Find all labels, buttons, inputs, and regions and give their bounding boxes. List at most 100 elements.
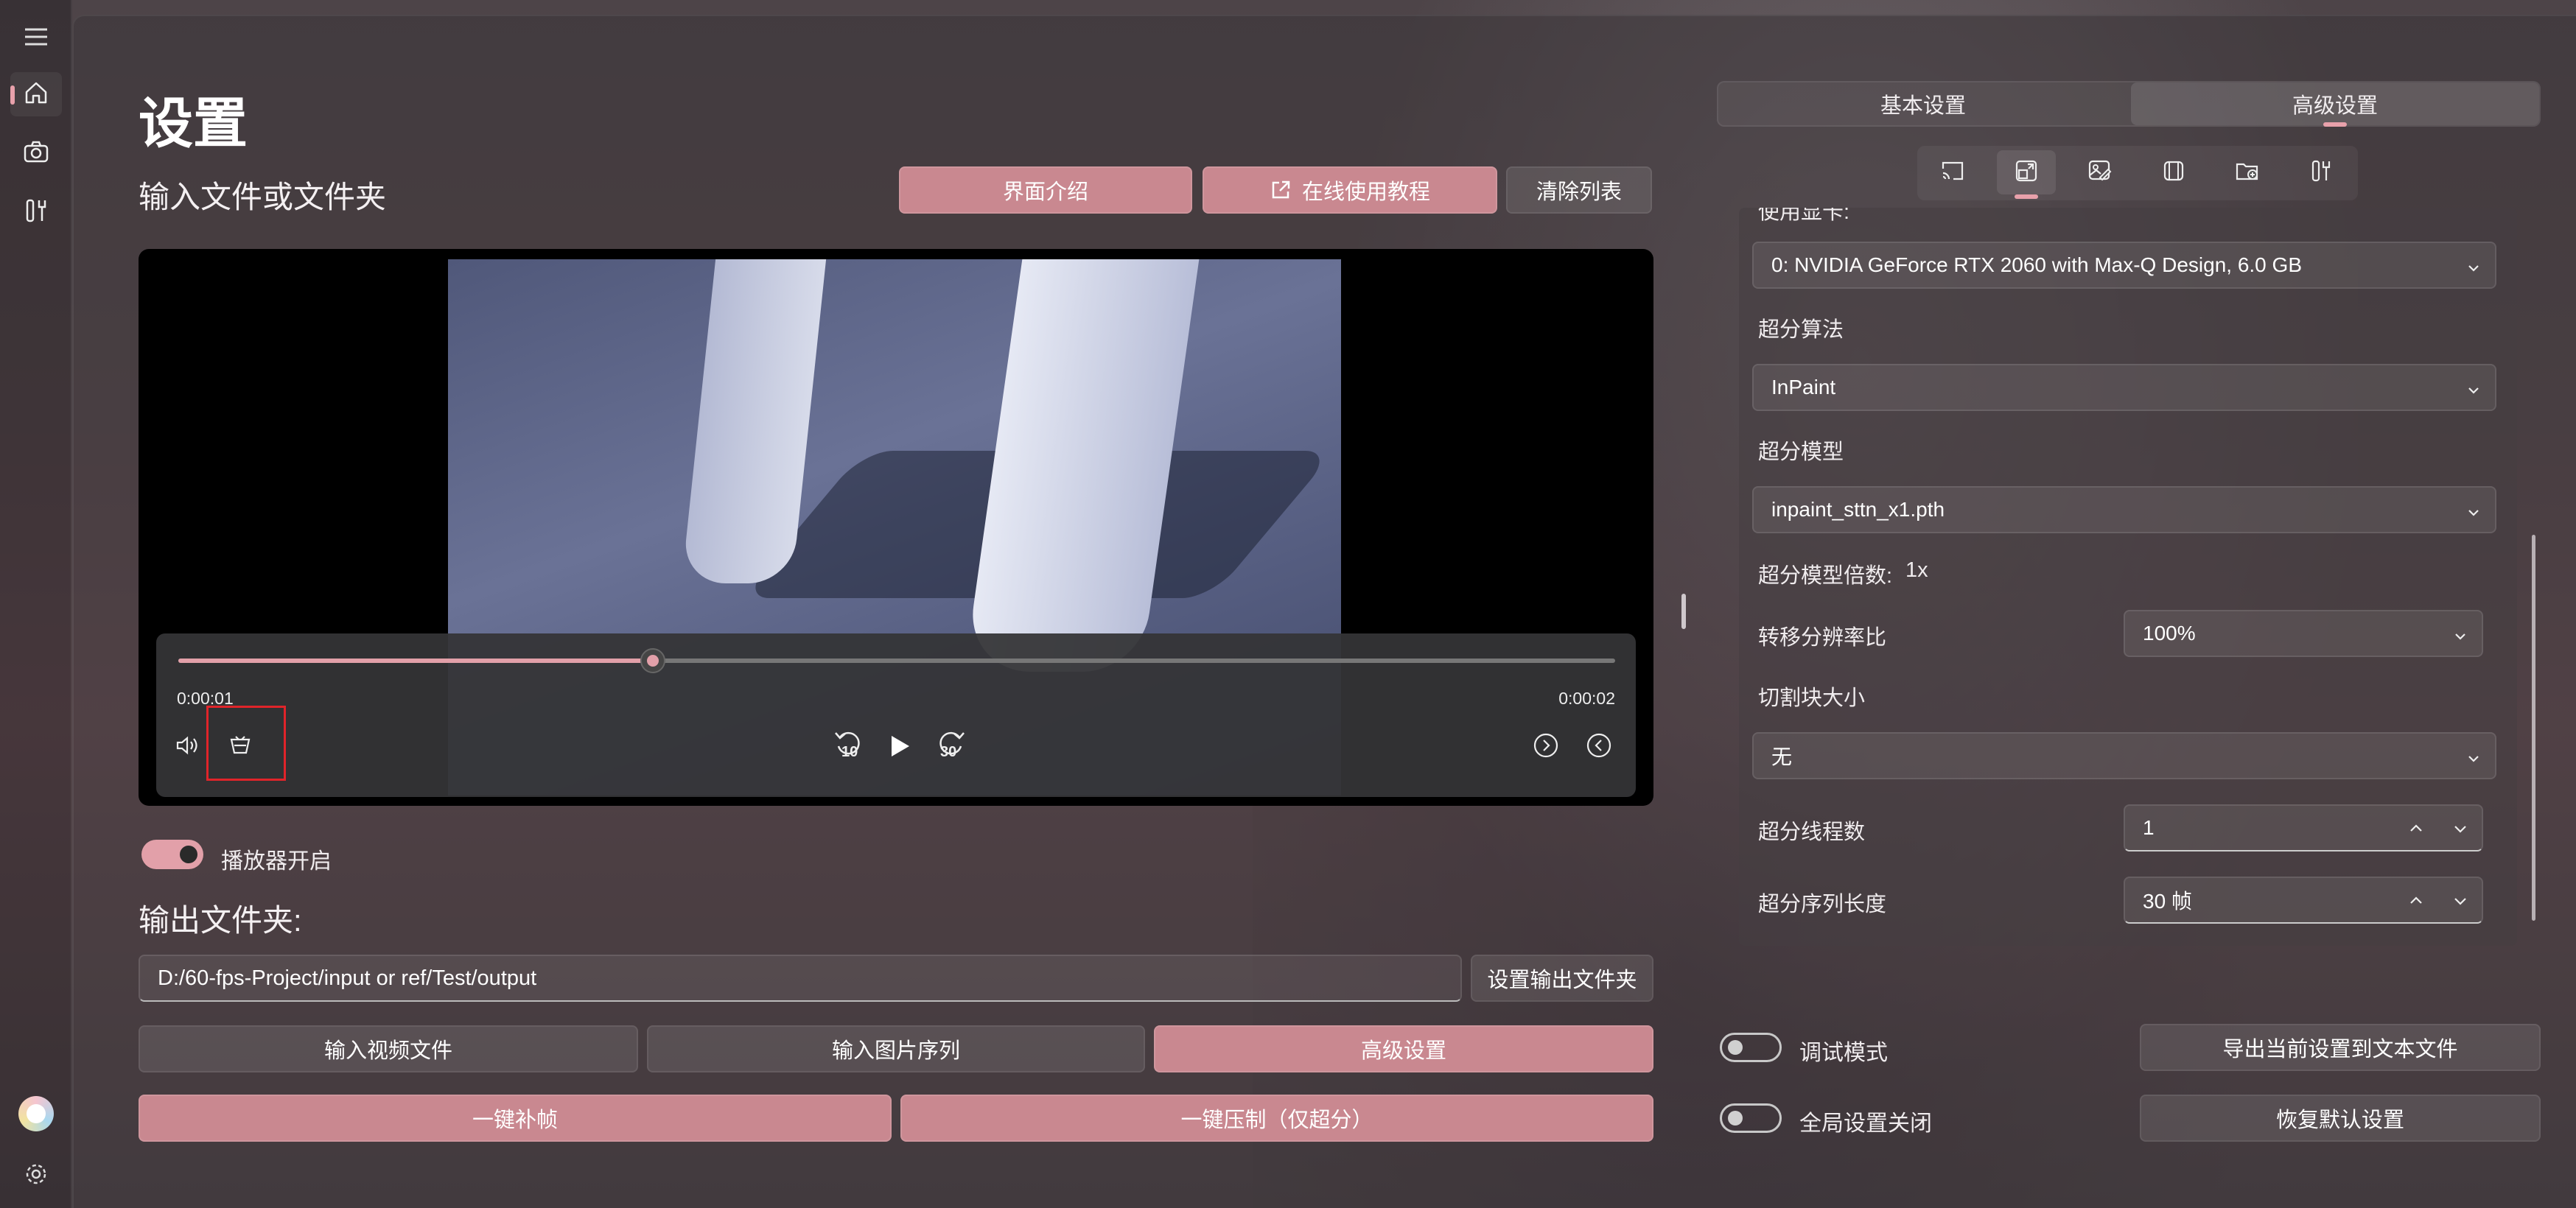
advanced-settings-button[interactable]: 高级设置 xyxy=(1154,1025,1653,1072)
external-link-icon xyxy=(1270,179,1292,201)
sequence-label: 超分序列长度 xyxy=(1758,893,1887,916)
avatar-icon[interactable] xyxy=(18,1096,54,1131)
input-images-button[interactable]: 输入图片序列 xyxy=(647,1025,1145,1072)
skip-back-seconds: 10 xyxy=(841,744,858,760)
nav-item-home[interactable] xyxy=(10,72,62,116)
model-select[interactable]: inpaint_sttn_x1.pth xyxy=(1752,486,2496,533)
threads-stepper[interactable]: 1 xyxy=(2124,804,2483,851)
tab-resize[interactable] xyxy=(1997,150,2056,199)
frame-icon xyxy=(2162,159,2185,186)
skip-forward-icon[interactable]: 30 xyxy=(931,726,968,765)
export-settings-button[interactable]: 导出当前设置到文本文件 xyxy=(2140,1024,2541,1071)
chevron-up-icon[interactable] xyxy=(2407,819,2426,838)
seek-bar-fill xyxy=(178,659,653,663)
left-pane-scrollbar[interactable] xyxy=(1681,594,1686,629)
tab-basic-label: 基本设置 xyxy=(1880,94,1966,118)
threads-label: 超分线程数 xyxy=(1758,821,1866,844)
chevron-down-icon[interactable] xyxy=(2451,891,2470,910)
cast-icon xyxy=(1940,160,1965,186)
input-images-label: 输入图片序列 xyxy=(831,1039,960,1063)
tutorial-button[interactable]: 在线使用教程 xyxy=(1203,166,1497,214)
chevron-up-icon[interactable] xyxy=(2407,891,2426,910)
advanced-settings-panel: 使用显卡: 0: NVIDIA GeForce RTX 2060 with Ma… xyxy=(1739,208,2517,946)
export-settings-label: 导出当前设置到文本文件 xyxy=(2222,1038,2458,1061)
skip-forward-seconds: 30 xyxy=(940,744,957,760)
output-path-value: D:/60-fps-Project/input or ref/Test/outp… xyxy=(158,966,537,990)
category-tabs xyxy=(1917,146,2358,200)
output-path-field[interactable]: D:/60-fps-Project/input or ref/Test/outp… xyxy=(139,955,1462,1002)
tab-basic-settings[interactable]: 基本设置 xyxy=(1718,82,2128,125)
intro-button[interactable]: 界面介绍 xyxy=(899,166,1192,214)
model-value: inpaint_sttn_x1.pth xyxy=(1771,498,1945,521)
restore-defaults-button[interactable]: 恢复默认设置 xyxy=(2140,1095,2541,1142)
resolution-select[interactable]: 100% xyxy=(2124,610,2483,657)
camera-icon xyxy=(24,141,49,166)
previous-icon[interactable] xyxy=(1584,731,1614,760)
chevron-down-icon[interactable] xyxy=(2451,819,2470,838)
sequence-stepper[interactable]: 30 帧 xyxy=(2124,877,2483,924)
tab-image-edit[interactable] xyxy=(2071,150,2129,194)
tab-tools[interactable] xyxy=(2292,150,2351,194)
debug-label: 调试模式 xyxy=(1799,1041,1888,1065)
intro-button-label: 界面介绍 xyxy=(1002,180,1088,204)
input-heading: 输入文件或文件夹 xyxy=(139,180,387,214)
model-label: 超分模型 xyxy=(1758,440,1844,464)
tab-advanced-label: 高级设置 xyxy=(2292,94,2378,118)
threads-value: 1 xyxy=(2143,816,2155,839)
player-toggle[interactable] xyxy=(141,840,203,869)
algo-value: InPaint xyxy=(1771,376,1836,398)
nav-item-camera[interactable] xyxy=(10,131,62,175)
tools-icon xyxy=(24,198,49,227)
tutorial-button-label: 在线使用教程 xyxy=(1301,180,1430,204)
page-title: 设置 xyxy=(139,93,248,154)
tab-frame[interactable] xyxy=(2144,150,2203,194)
chevron-down-icon xyxy=(2465,748,2482,772)
hamburger-icon[interactable] xyxy=(19,22,53,52)
play-icon[interactable] xyxy=(881,728,918,765)
settings-mode-switch: 基本设置 高级设置 xyxy=(1717,81,2541,127)
tab-advanced-settings[interactable]: 高级设置 xyxy=(2131,82,2539,127)
image-edit-icon xyxy=(2087,159,2113,186)
volume-icon[interactable] xyxy=(172,731,202,760)
total-time: 0:00:02 xyxy=(1558,689,1615,708)
highlight-box xyxy=(206,706,286,781)
interpolate-button[interactable]: 一键补帧 xyxy=(139,1095,892,1142)
interpolate-label: 一键补帧 xyxy=(472,1109,558,1132)
seek-thumb[interactable] xyxy=(640,648,665,673)
next-icon[interactable] xyxy=(1531,731,1561,760)
gear-icon[interactable] xyxy=(19,1158,53,1190)
chevron-down-icon xyxy=(2465,502,2482,526)
output-heading: 输出文件夹: xyxy=(139,903,302,938)
input-video-button[interactable]: 输入视频文件 xyxy=(139,1025,638,1072)
input-video-label: 输入视频文件 xyxy=(323,1039,452,1063)
set-output-button[interactable]: 设置输出文件夹 xyxy=(1471,955,1653,1002)
compress-label: 一键压制（仅超分） xyxy=(1180,1109,1373,1132)
algo-label: 超分算法 xyxy=(1758,318,1844,342)
settings-scrollbar[interactable] xyxy=(2532,535,2535,921)
scale-value: 1x xyxy=(1905,558,1928,582)
restore-defaults-label: 恢复默认设置 xyxy=(2275,1109,2404,1132)
gpu-select[interactable]: 0: NVIDIA GeForce RTX 2060 with Max-Q De… xyxy=(1752,242,2496,289)
seek-bar[interactable] xyxy=(178,648,1615,673)
chevron-down-icon xyxy=(2465,258,2482,281)
tile-select[interactable]: 无 xyxy=(1752,732,2496,779)
gpu-value: 0: NVIDIA GeForce RTX 2060 with Max-Q De… xyxy=(1771,253,2302,276)
clear-list-button[interactable]: 清除列表 xyxy=(1506,166,1652,214)
video-player[interactable]: 0:00:01 0:00:02 10 30 xyxy=(139,249,1653,806)
clear-list-label: 清除列表 xyxy=(1536,180,1622,204)
skip-back-icon[interactable]: 10 xyxy=(831,726,868,765)
tab-folder-add[interactable] xyxy=(2218,150,2277,194)
chevron-down-icon xyxy=(2452,626,2468,650)
resolution-value: 100% xyxy=(2143,622,2196,645)
advanced-settings-label: 高级设置 xyxy=(1360,1039,1446,1063)
nav-item-tools[interactable] xyxy=(10,190,62,234)
debug-toggle[interactable] xyxy=(1720,1033,1782,1062)
scale-label: 超分模型倍数: xyxy=(1758,564,1893,588)
chevron-down-icon xyxy=(2465,380,2482,404)
global-settings-toggle[interactable] xyxy=(1720,1103,1782,1133)
resolution-label: 转移分辨率比 xyxy=(1758,626,1887,650)
folder-add-icon xyxy=(2235,160,2260,186)
algo-select[interactable]: InPaint xyxy=(1752,364,2496,411)
compress-button[interactable]: 一键压制（仅超分） xyxy=(900,1095,1653,1142)
tab-cast[interactable] xyxy=(1923,150,1982,194)
